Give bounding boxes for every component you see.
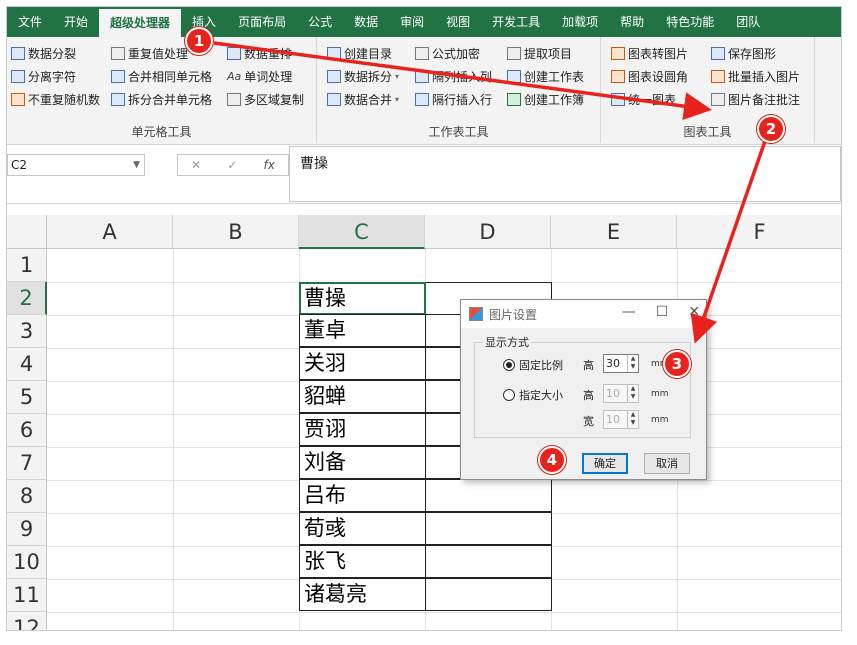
callout-arrow-2	[690, 140, 767, 344]
annotation-arrows	[213, 41, 767, 344]
callout-badge-2: 2	[757, 115, 785, 143]
callout-badge-1: 1	[185, 27, 213, 55]
callout-arrow-1	[213, 41, 712, 121]
excel-window: 文件 开始 超级处理器 插入 页面布局 公式 数据 审阅 视图 开发工具 加载项…	[6, 6, 842, 631]
callout-badge-4: 4	[538, 446, 566, 474]
callout-badge-3: 3	[663, 350, 691, 378]
